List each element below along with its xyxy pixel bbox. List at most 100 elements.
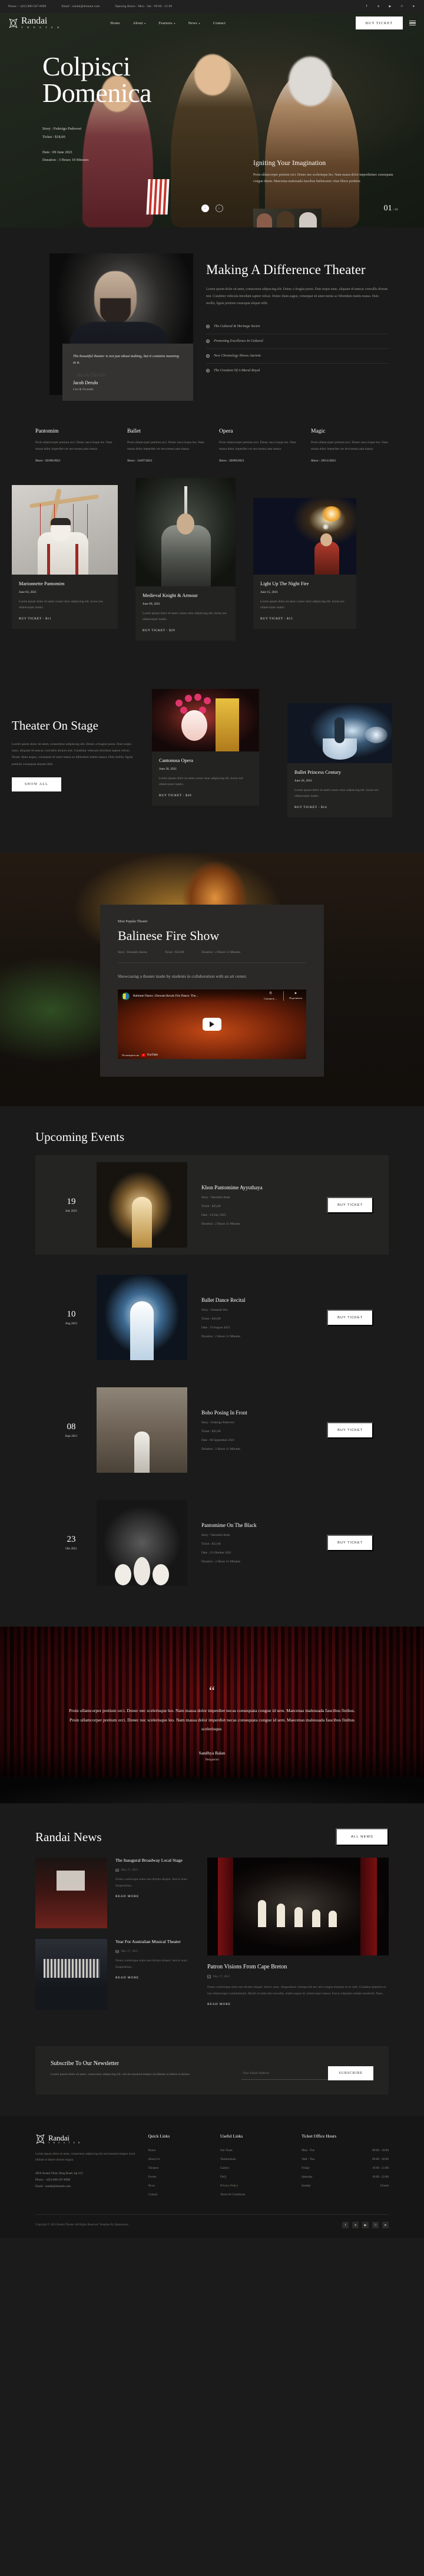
buy-ticket-button[interactable]: BUY TICKET: [355, 17, 403, 29]
show-all-button[interactable]: SHOW ALL: [12, 777, 61, 791]
show-buy-link[interactable]: BUY TICKET - $14: [294, 806, 385, 809]
skype-icon[interactable]: ☉: [372, 2222, 379, 2229]
event-story: Story : Narendra Anne: [201, 1195, 230, 1199]
newsletter-section: Subscribe To Our Newsletter Lorem ipsum …: [0, 2040, 424, 2116]
nav-item-about[interactable]: About ▾: [133, 21, 146, 25]
footer-link[interactable]: FAQ: [220, 2172, 292, 2181]
nav-item-contact[interactable]: Contact: [213, 21, 226, 25]
footer-address: 4856 Anand Vihar, Ring Road, Ap-215: [35, 2171, 83, 2175]
hero-date: Date : 09 June 2021: [42, 150, 73, 154]
footer-link[interactable]: Our Team: [220, 2146, 292, 2155]
site-logo[interactable]: Randai T H E A T E R: [8, 17, 61, 29]
nav-item-news[interactable]: News ▾: [188, 21, 200, 25]
event-day: 23: [67, 1534, 76, 1544]
hours-day: Wed - Thu: [302, 2157, 315, 2161]
footer-link[interactable]: Privacy Policy: [220, 2181, 292, 2190]
show-buy-link[interactable]: BUY TICKET - $15: [260, 617, 349, 621]
event-buy-ticket-button[interactable]: BUY TICKET: [327, 1421, 373, 1439]
footer-link[interactable]: About Us: [148, 2155, 210, 2163]
show-date: June 20, 2021: [159, 767, 177, 771]
show-buy-link[interactable]: BUY TICKET - $29: [143, 629, 228, 632]
footer-link[interactable]: News: [148, 2181, 210, 2190]
hours-time: Closed: [380, 2184, 389, 2188]
footer-link[interactable]: Gallery: [220, 2163, 292, 2172]
news-item[interactable]: Year For Australian Musical Theater May …: [35, 1939, 194, 2010]
service-card[interactable]: Ballet Proin ullamcorper pretium orci. D…: [127, 428, 205, 463]
slider-next-icon[interactable]: ›: [215, 205, 223, 212]
watch-on-label: Посмотреть на: [122, 1053, 140, 1057]
video-player[interactable]: Balinese Dance, Uluwatu Kecak Fire Dance…: [118, 989, 306, 1060]
youtube-logo-icon: YouTube: [141, 1053, 158, 1057]
testimonial-section: “ Proin ullamcorper pretium orci. Donec …: [0, 1627, 424, 1804]
show-card[interactable]: Marionnette Pantomim June 03, 2021 Lorem…: [12, 485, 118, 629]
show-card[interactable]: Cantonosa Opera June 20, 2021 Lorem ipsu…: [152, 689, 259, 806]
event-buy-ticket-button[interactable]: BUY TICKET: [327, 1196, 373, 1213]
show-title: Light Up The Night Fire: [260, 581, 309, 587]
news-item[interactable]: The Inaugural Broadway Local Stage May 2…: [35, 1858, 194, 1929]
event-buy-ticket-button[interactable]: BUY TICKET: [327, 1534, 373, 1551]
show-card[interactable]: Ballet Princess Century June 26, 2021 Lo…: [287, 703, 392, 817]
read-more-link[interactable]: READ MORE: [115, 1895, 194, 1898]
nav-menu: Home About ▾ Features ▾ News ▾ Contact: [110, 21, 226, 25]
telegram-icon[interactable]: ➤: [412, 5, 416, 9]
show-text: Lorem ipsum dolor sit amet consec tetur …: [294, 789, 379, 799]
service-card[interactable]: Opera Proin ullamcorper pretium orci. Do…: [219, 428, 297, 463]
event-duration: Duration : 2 Hours 11 Minutes: [201, 1222, 241, 1226]
event-row[interactable]: 08 Sept 2021 Boho Posing In Front Story :…: [35, 1380, 389, 1480]
main-navbar: Randai T H E A T E R Home About ▾ Feature…: [0, 13, 424, 29]
hours-day: Friday: [302, 2166, 310, 2170]
slider-prev-icon[interactable]: ‹: [201, 205, 209, 212]
about-list-item: The Cultural & Heritage Sector: [206, 319, 389, 334]
event-row[interactable]: 10 Aug 2021 Ballet Dance Recital Story : …: [35, 1268, 389, 1367]
event-buy-ticket-button[interactable]: BUY TICKET: [327, 1309, 373, 1326]
hamburger-menu-icon[interactable]: [409, 21, 416, 25]
hours-time: 09:00 - 18:00: [372, 2148, 389, 2152]
news-item-date: May 27, 2021: [115, 1868, 194, 1872]
twitter-icon[interactable]: ➲: [376, 5, 380, 9]
event-title: Ballet Dance Recital: [201, 1297, 246, 1303]
twitter-icon[interactable]: ➲: [352, 2222, 359, 2229]
footer-link[interactable]: Home: [148, 2146, 210, 2155]
featured-news-item[interactable]: Patron Visions From Cape Breton May 27, …: [207, 1858, 389, 2020]
footer-link[interactable]: Theaters: [148, 2163, 210, 2172]
divider: [283, 991, 284, 1001]
service-card[interactable]: Magic Proin ullamcorper pretium orci. Do…: [311, 428, 389, 463]
footer-link[interactable]: Events: [148, 2172, 210, 2181]
telegram-icon[interactable]: ➤: [382, 2222, 389, 2229]
play-button[interactable]: [203, 1018, 221, 1031]
youtube-icon[interactable]: ▶: [362, 2222, 369, 2229]
show-buy-link[interactable]: BUY TICKET - $11: [19, 617, 111, 621]
share-button[interactable]: ➤ Поделиться: [289, 991, 302, 1000]
watch-later-button[interactable]: ⏱ Смотреть ...: [264, 991, 277, 1000]
nav-item-home[interactable]: Home: [110, 21, 120, 25]
footer-link[interactable]: Contact: [148, 2190, 210, 2199]
footer-link[interactable]: Terms & Conditions: [220, 2190, 292, 2199]
youtube-icon[interactable]: ▶: [388, 5, 392, 9]
news-item-title: Year For Australian Musical Theater: [115, 1939, 181, 1945]
show-date: June 26, 2021: [294, 779, 313, 783]
all-news-button[interactable]: ALL NEWS: [336, 1828, 389, 1846]
read-more-link[interactable]: READ MORE: [207, 2003, 389, 2006]
newsletter-email-input[interactable]: [241, 2067, 329, 2080]
skype-icon[interactable]: ☉: [400, 5, 404, 9]
event-row[interactable]: 19 July 2021 Khon Pantomime Ayyuthaya Sto…: [35, 1155, 389, 1255]
show-buy-link[interactable]: BUY TICKET - $20: [159, 794, 252, 797]
event-image: [97, 1500, 187, 1586]
founder-signature: Jacob Derulo: [77, 372, 106, 378]
hours-row: Friday 10:00 - 21:00: [302, 2163, 389, 2172]
hero-content: Colpisci Domenica Story : Federigo Padov…: [0, 29, 424, 163]
nav-item-features[interactable]: Features ▾: [158, 21, 175, 25]
featured-news-image: [207, 1858, 389, 1956]
footer-link[interactable]: Testimonials: [220, 2155, 292, 2163]
service-card[interactable]: Pantomim Proin ullamcorper pretium orci.…: [35, 428, 113, 463]
video-footer[interactable]: Посмотреть на YouTube: [122, 1053, 158, 1057]
event-row[interactable]: 23 Okt 2021 Pantomime On The Black Story …: [35, 1493, 389, 1592]
read-more-link[interactable]: READ MORE: [115, 1976, 194, 1980]
subscribe-button[interactable]: SUBSCRIBE: [328, 2066, 373, 2081]
footer-logo[interactable]: Randai T H E A T E R: [35, 2133, 138, 2145]
feature-eyebrow: Most Popular Theater: [118, 920, 148, 924]
show-card[interactable]: Medieval Knight & Armour June 09, 2021 L…: [135, 478, 236, 641]
show-card[interactable]: Light Up The Night Fire June 15, 2021 Lo…: [253, 498, 356, 629]
facebook-icon[interactable]: f: [365, 5, 369, 9]
facebook-icon[interactable]: f: [342, 2222, 349, 2229]
